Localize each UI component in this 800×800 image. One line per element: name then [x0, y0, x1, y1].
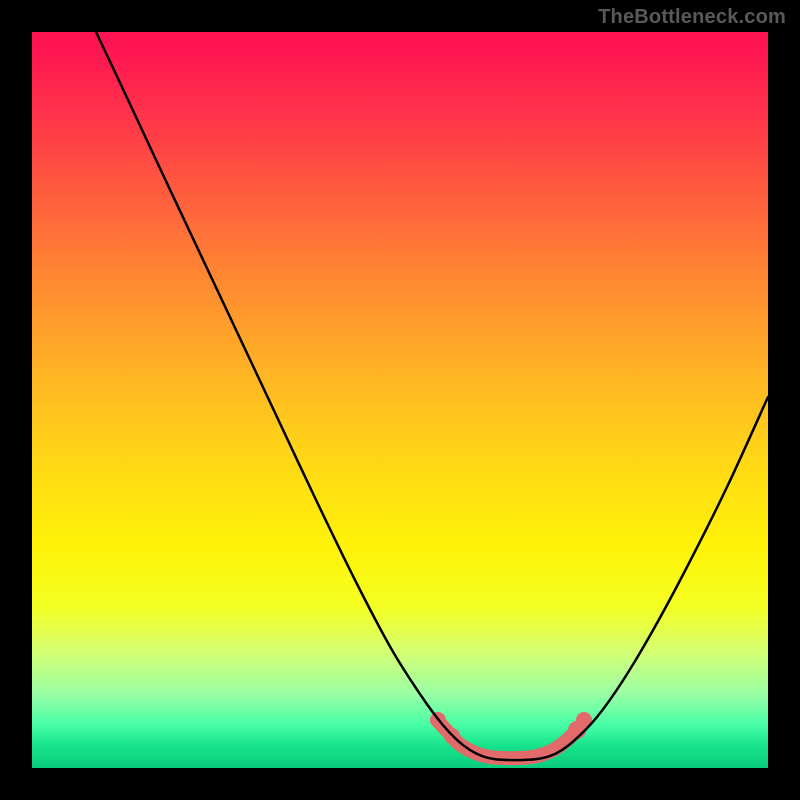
chart-stage: TheBottleneck.com: [0, 0, 800, 800]
primary-curve-path: [96, 32, 768, 760]
curve-svg: [32, 32, 768, 768]
watermark-text: TheBottleneck.com: [598, 6, 786, 29]
plot-area: [32, 32, 768, 768]
